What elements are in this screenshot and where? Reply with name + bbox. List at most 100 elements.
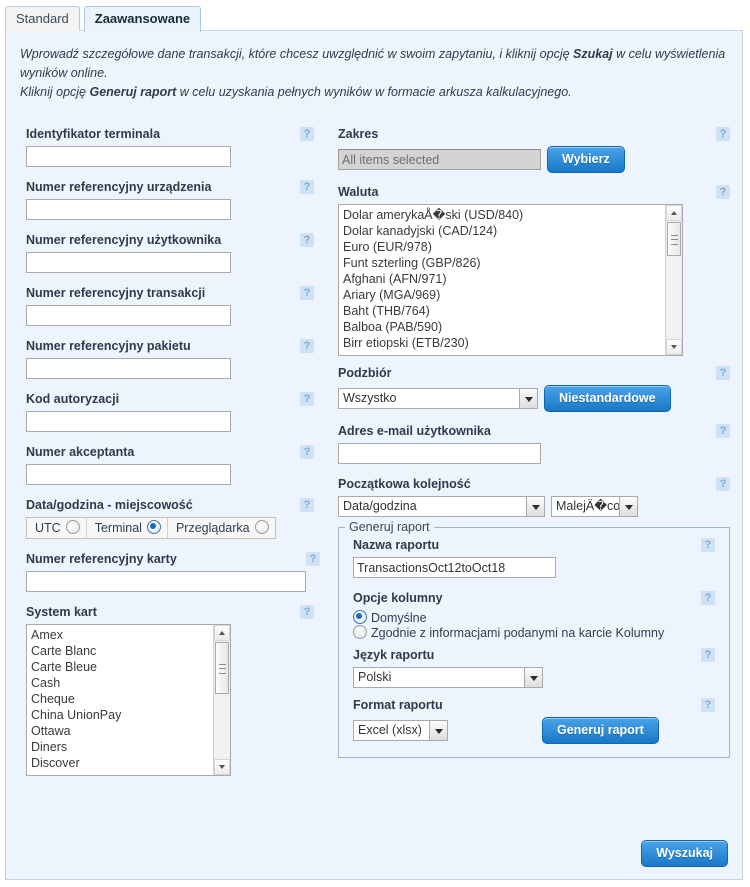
list-item[interactable]: Carte Bleue <box>30 659 230 675</box>
input-auth-code[interactable] <box>26 411 231 432</box>
select-order-direction[interactable]: MalejÄ�co <box>551 496 638 517</box>
input-merchant-no[interactable] <box>26 464 231 485</box>
help-icon-datetime-locality[interactable]: ? <box>300 498 314 512</box>
help-icon-report-name[interactable]: ? <box>701 538 715 552</box>
field-report-format: Format raportu ? Excel (xlsx) Generuj ra… <box>349 694 719 744</box>
scroll-down-arrow-icon[interactable] <box>666 339 682 355</box>
custom-subset-button[interactable]: Niestandardowe <box>544 385 671 412</box>
search-button[interactable]: Wyszukaj <box>641 840 728 867</box>
listbox-card-scheme-options: Amex Carte Blanc Carte Bleue Cash Cheque… <box>27 625 230 771</box>
scroll-down-arrow-icon[interactable] <box>214 759 230 775</box>
label-datetime-locality: Data/godzina - miejscowość <box>26 498 193 512</box>
radio-label-terminal: Terminal <box>94 521 142 535</box>
help-icon-column-options[interactable]: ? <box>701 591 715 605</box>
help-icon-report-format[interactable]: ? <box>701 698 715 712</box>
radio-option-columns-tab[interactable]: Zgodnie z informacjami podanymi na karci… <box>353 625 664 640</box>
list-item[interactable]: Discover <box>30 755 230 771</box>
chevron-down-icon[interactable] <box>524 668 542 687</box>
help-icon-auth-code[interactable]: ? <box>300 392 314 406</box>
list-item[interactable]: Amex <box>30 627 230 643</box>
scrollbar-thumb[interactable] <box>667 222 681 256</box>
intro-keyword-generuj-raport: Generuj raport <box>89 85 177 99</box>
list-item[interactable]: Cheque <box>30 691 230 707</box>
input-user-email[interactable] <box>338 443 541 464</box>
chevron-down-icon[interactable] <box>519 389 537 408</box>
list-item[interactable]: Afghani (AFN/971) <box>342 271 682 287</box>
list-item[interactable]: Diners <box>30 739 230 755</box>
list-item[interactable]: Funt szterling (GBP/826) <box>342 255 682 271</box>
list-item[interactable]: Cash <box>30 675 230 691</box>
help-icon-txn-ref[interactable]: ? <box>300 286 314 300</box>
list-item[interactable]: Balboa (PAB/590) <box>342 319 682 335</box>
label-currency: Waluta <box>338 185 379 199</box>
field-datetime-locality: Data/godzina - miejscowość ? UTC Termina… <box>20 494 320 545</box>
scroll-up-arrow-icon[interactable] <box>214 625 230 641</box>
list-item[interactable]: Baht (THB/764) <box>342 303 682 319</box>
list-item[interactable]: Dolar amerykaÅ�ski (USD/840) <box>342 207 682 223</box>
help-icon-user-email[interactable]: ? <box>716 424 730 438</box>
help-icon-report-language[interactable]: ? <box>701 648 715 662</box>
list-item[interactable]: China UnionPay <box>30 707 230 723</box>
input-report-name[interactable] <box>353 557 556 578</box>
input-device-ref[interactable] <box>26 199 231 220</box>
tab-standard[interactable]: Standard <box>5 6 80 31</box>
chevron-down-icon[interactable] <box>526 497 544 516</box>
radio-button-default-columns[interactable] <box>353 610 367 624</box>
list-item[interactable]: Dolar kanadyjski (CAD/124) <box>342 223 682 239</box>
help-icon-currency[interactable]: ? <box>716 185 730 199</box>
radio-option-utc[interactable]: UTC <box>27 518 87 538</box>
list-item[interactable]: Birr etiopski (ETB/230) <box>342 335 682 351</box>
select-subset-value: Wszystko <box>343 391 397 405</box>
radio-button-utc[interactable] <box>65 520 80 534</box>
help-icon-card-ref[interactable]: ? <box>306 552 320 566</box>
select-report-format[interactable]: Excel (xlsx) <box>353 720 448 741</box>
select-range-button[interactable]: Wybierz <box>547 146 625 173</box>
field-merchant-no: Numer akceptanta ? <box>20 441 320 491</box>
list-item[interactable]: Euro (EUR/978) <box>342 239 682 255</box>
input-txn-ref[interactable] <box>26 305 231 326</box>
listbox-currency[interactable]: Dolar amerykaÅ�ski (USD/840) Dolar kanad… <box>338 204 683 356</box>
radio-label-utc: UTC <box>35 521 61 535</box>
select-subset[interactable]: Wszystko <box>338 388 538 409</box>
help-icon-terminal-id[interactable]: ? <box>300 127 314 141</box>
radio-button-terminal[interactable] <box>146 520 161 534</box>
select-report-language[interactable]: Polski <box>353 667 543 688</box>
label-card-ref: Numer referencyjny karty <box>26 552 177 566</box>
input-user-ref[interactable] <box>26 252 231 273</box>
select-order-field-value: Data/godzina <box>343 499 417 513</box>
help-icon-user-ref[interactable]: ? <box>300 233 314 247</box>
help-icon-card-scheme[interactable]: ? <box>300 605 314 619</box>
input-card-ref[interactable] <box>26 571 306 592</box>
radio-option-przegladarka[interactable]: Przeglądarka <box>168 518 275 538</box>
help-icon-merchant-no[interactable]: ? <box>300 445 314 459</box>
generate-report-button[interactable]: Generuj raport <box>542 717 659 744</box>
scrollbar-card-scheme[interactable] <box>213 625 230 775</box>
tab-zaawansowane[interactable]: Zaawansowane <box>83 6 202 32</box>
radio-option-terminal[interactable]: Terminal <box>87 518 168 538</box>
input-batch-ref[interactable] <box>26 358 231 379</box>
list-item[interactable]: Ottawa <box>30 723 230 739</box>
list-item[interactable]: Ariary (MGA/969) <box>342 287 682 303</box>
intro-keyword-szukaj: Szukaj <box>573 47 613 61</box>
label-initial-order: Początkowa kolejność <box>338 477 471 491</box>
scrollbar-thumb[interactable] <box>215 642 229 694</box>
help-icon-batch-ref[interactable]: ? <box>300 339 314 353</box>
scrollbar-currency[interactable] <box>665 205 682 355</box>
label-report-format: Format raportu <box>353 698 443 712</box>
select-report-format-value: Excel (xlsx) <box>358 723 422 737</box>
select-order-field[interactable]: Data/godzina <box>338 496 545 517</box>
input-range[interactable] <box>338 149 541 170</box>
input-terminal-id[interactable] <box>26 146 231 167</box>
help-icon-subset[interactable]: ? <box>716 366 730 380</box>
chevron-down-icon[interactable] <box>429 721 447 740</box>
help-icon-initial-order[interactable]: ? <box>716 477 730 491</box>
scroll-up-arrow-icon[interactable] <box>666 205 682 221</box>
list-item[interactable]: Carte Blanc <box>30 643 230 659</box>
radio-button-columns-tab[interactable] <box>353 625 367 639</box>
help-icon-device-ref[interactable]: ? <box>300 180 314 194</box>
chevron-down-icon[interactable] <box>619 497 637 516</box>
listbox-card-scheme[interactable]: Amex Carte Blanc Carte Bleue Cash Cheque… <box>26 624 231 776</box>
radio-option-default-columns[interactable]: Domyślne <box>353 610 427 625</box>
radio-button-przegladarka[interactable] <box>254 520 269 534</box>
help-icon-range[interactable]: ? <box>716 127 730 141</box>
